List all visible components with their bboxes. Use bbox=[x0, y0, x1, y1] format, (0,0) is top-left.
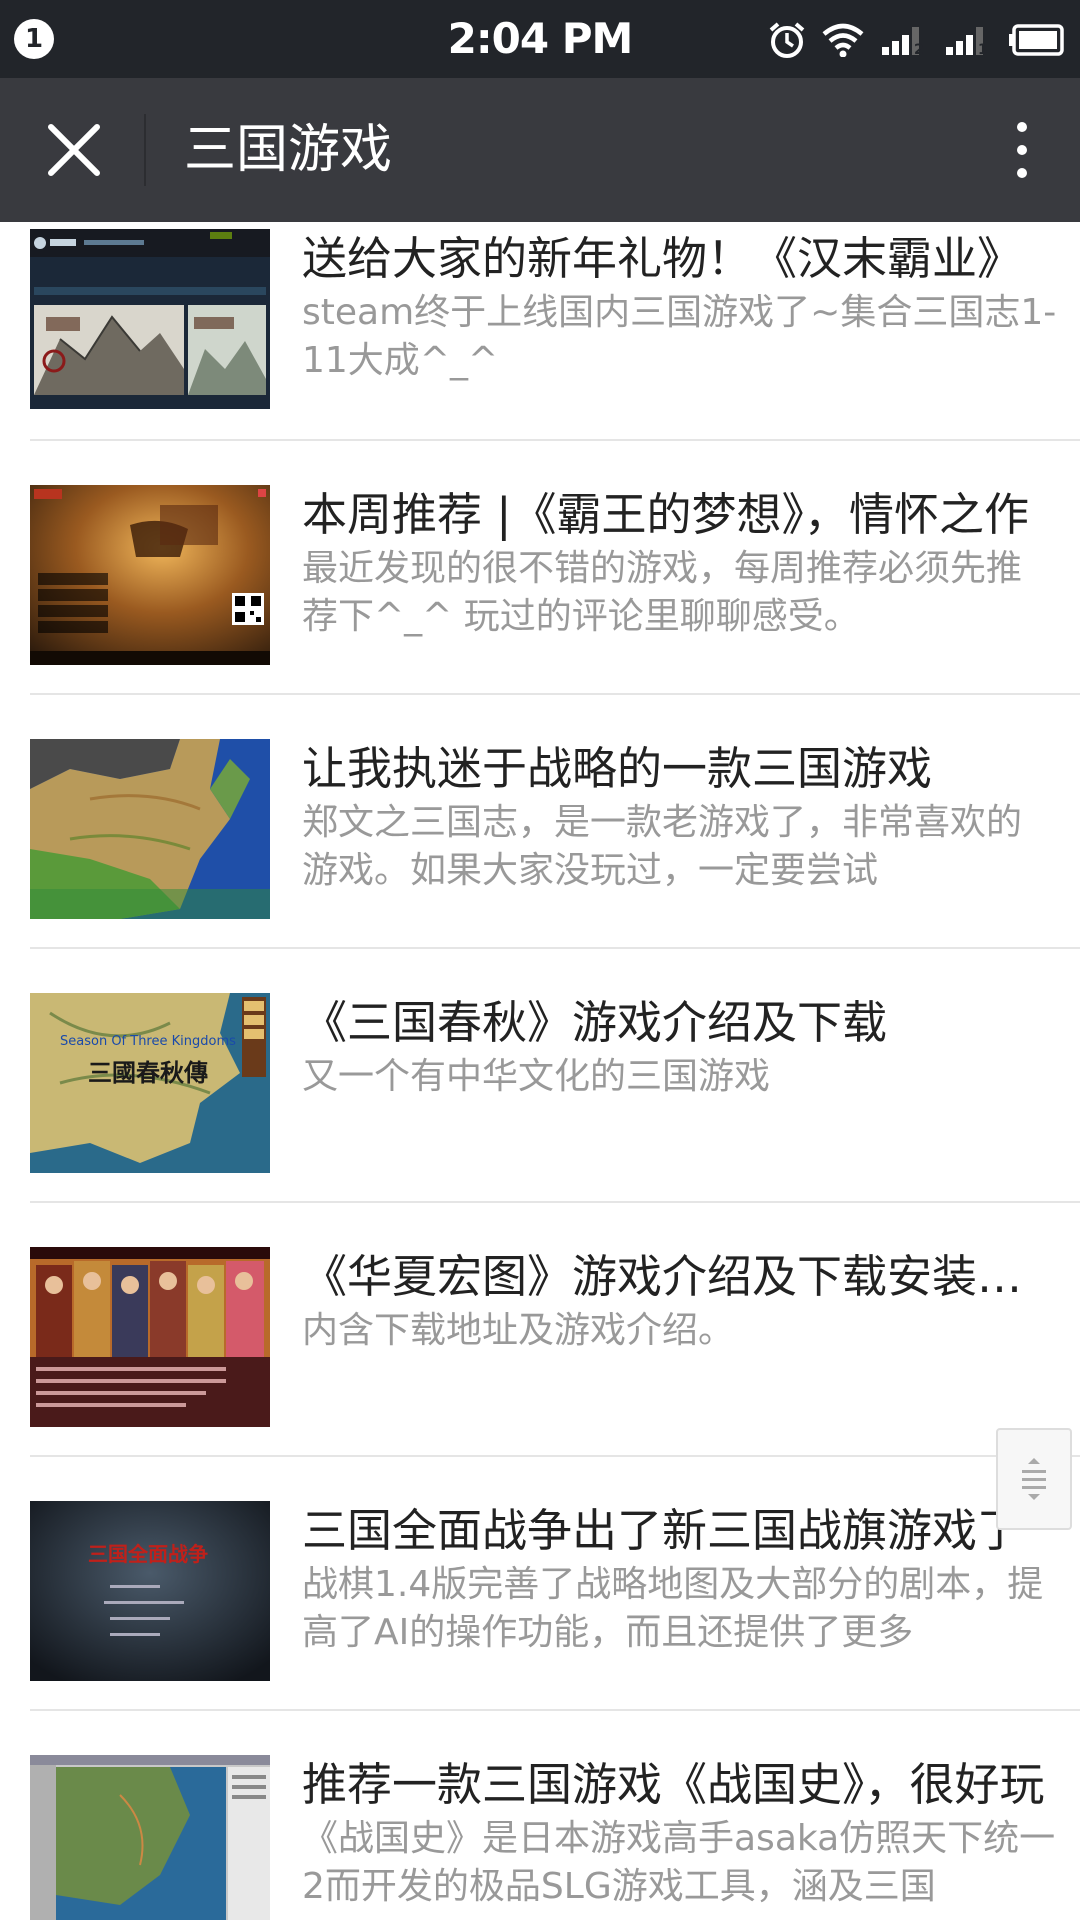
article-item[interactable]: 《华夏宏图》游戏介绍及下载安装教程 内含下载地址及游戏介绍。 bbox=[30, 1203, 1080, 1457]
article-summary: 最近发现的很不错的游戏，每周推荐必须先推荐下^_^ 玩过的评论里聊聊感受。 bbox=[302, 548, 1023, 637]
close-button[interactable] bbox=[34, 110, 114, 190]
article-item[interactable]: 送给大家的新年礼物！《汉末霸业》 steam终于上线国内三国游戏了~集合三国志1… bbox=[30, 222, 1080, 441]
signal-sim2-icon: 1 bbox=[946, 27, 988, 57]
status-icons: 2 1 bbox=[768, 18, 1066, 62]
status-bar: 1 2:04 PM 2 1 bbox=[0, 0, 1080, 78]
sim1-label: 2 bbox=[914, 42, 924, 57]
article-thumbnail bbox=[30, 229, 270, 409]
article-thumbnail bbox=[30, 1755, 270, 1920]
title-divider bbox=[144, 114, 146, 186]
article-item[interactable]: 推荐一款三国游戏《战国史》，很好玩 《战国史》是日本游戏高手asaka仿照天下统… bbox=[30, 1711, 1080, 1920]
scroll-to-top-button[interactable] bbox=[996, 1428, 1072, 1530]
thumb-caption-en: Season Of Three Kingdoms bbox=[60, 1034, 236, 1049]
article-title: 让我执迷于战略的一款三国游戏 bbox=[302, 742, 933, 795]
page-title: 三国游戏 bbox=[184, 120, 393, 180]
article-list: 送给大家的新年礼物！《汉末霸业》 steam终于上线国内三国游戏了~集合三国志1… bbox=[0, 222, 1080, 1920]
close-icon bbox=[48, 124, 100, 176]
article-title: 送给大家的新年礼物！《汉末霸业》 bbox=[302, 232, 1023, 285]
article-summary: 郑文之三国志，是一款老游戏了，非常喜欢的游戏。如果大家没玩过，一定要尝试 bbox=[302, 802, 1023, 891]
sim2-label: 1 bbox=[978, 42, 988, 57]
article-title: 《华夏宏图》游戏介绍及下载安装教程 bbox=[302, 1250, 1057, 1303]
battery-icon bbox=[1009, 24, 1064, 56]
article-summary: steam终于上线国内三国游戏了~集合三国志1-11大成^_^ bbox=[302, 292, 1057, 381]
article-item[interactable]: 让我执迷于战略的一款三国游戏 郑文之三国志，是一款老游戏了，非常喜欢的游戏。如果… bbox=[30, 695, 1080, 949]
article-summary: 战棋1.4版完善了战略地图及大部分的剧本，提高了AI的操作功能，而且还提供了更多 bbox=[302, 1564, 1044, 1653]
article-title: 《三国春秋》游戏介绍及下载 bbox=[302, 996, 888, 1049]
article-item[interactable]: 三国全面战争 三国全面战争出了新三国战旗游戏了 战棋1.4版完善了战略地图及大部… bbox=[30, 1457, 1080, 1711]
scroll-handle-icon bbox=[1022, 1458, 1046, 1500]
article-thumbnail bbox=[30, 485, 270, 665]
article-thumbnail bbox=[30, 739, 270, 919]
more-menu-button[interactable] bbox=[992, 110, 1052, 190]
thumb-caption-zh: 三國春秋傳 bbox=[88, 1058, 208, 1087]
signal-sim1-icon: 2 bbox=[882, 27, 924, 57]
article-title: 推荐一款三国游戏《战国史》，很好玩 bbox=[302, 1758, 1045, 1811]
article-summary: 又一个有中华文化的三国游戏 bbox=[302, 1056, 771, 1097]
title-bar: 三国游戏 bbox=[0, 78, 1080, 222]
article-summary: 内含下载地址及游戏介绍。 bbox=[302, 1310, 735, 1351]
alarm-icon bbox=[769, 22, 805, 58]
article-thumbnail bbox=[30, 1247, 270, 1427]
article-item[interactable]: Season Of Three Kingdoms 三國春秋傳 《三国春秋》游戏介… bbox=[30, 949, 1080, 1203]
article-item[interactable]: 本周推荐 |《霸王的梦想》，情怀之作 最近发现的很不错的游戏，每周推荐必须先推荐… bbox=[30, 441, 1080, 695]
article-thumbnail: Season Of Three Kingdoms 三國春秋傳 bbox=[30, 993, 270, 1173]
article-title: 本周推荐 |《霸王的梦想》，情怀之作 bbox=[302, 488, 1029, 541]
article-thumbnail: 三国全面战争 bbox=[30, 1501, 270, 1681]
article-title: 三国全面战争出了新三国战旗游戏了 bbox=[302, 1504, 1023, 1557]
article-summary: 《战国史》是日本游戏高手asaka仿照天下统一2而开发的极品SLG游戏工具，涵及… bbox=[302, 1818, 1056, 1907]
wifi-icon bbox=[822, 23, 864, 57]
thumb-caption-zh: 三国全面战争 bbox=[88, 1542, 208, 1566]
